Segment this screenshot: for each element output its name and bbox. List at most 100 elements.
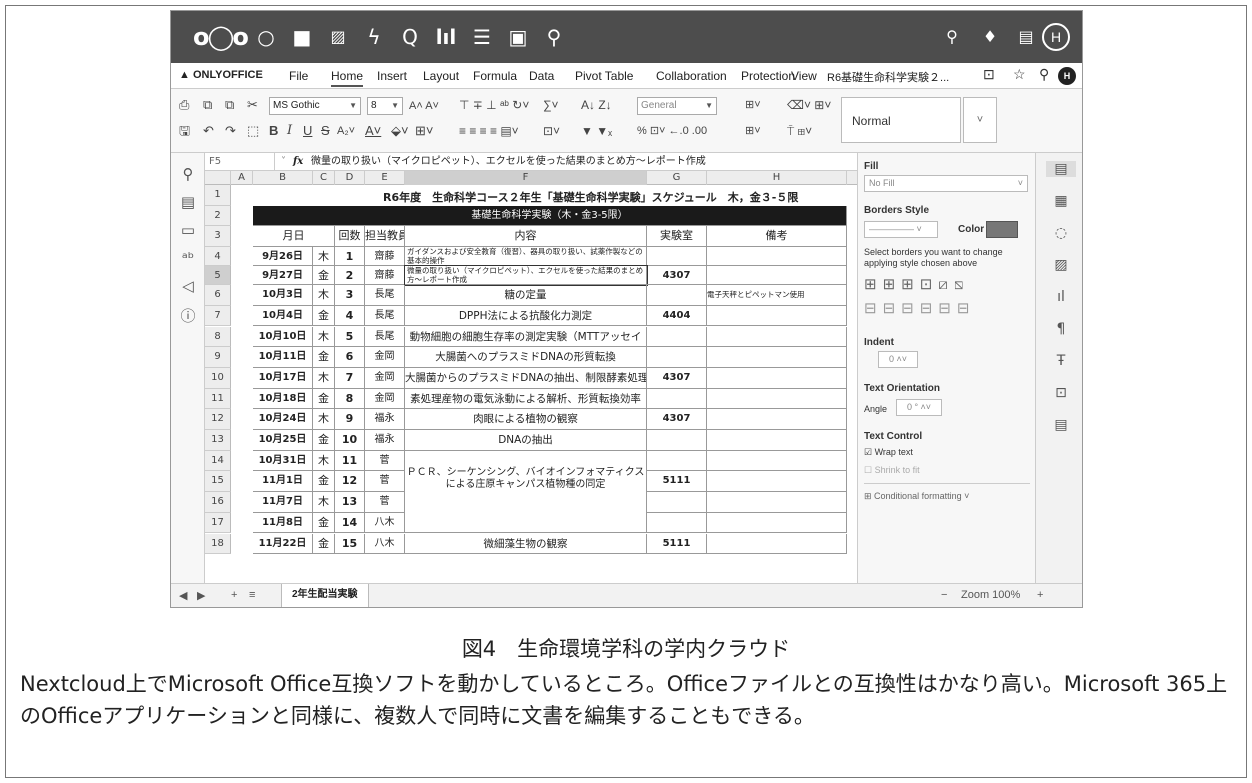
avatar[interactable]: H bbox=[1042, 23, 1070, 51]
row-header[interactable]: 1 bbox=[205, 185, 231, 206]
select-all-corner[interactable] bbox=[205, 171, 231, 185]
header-room[interactable]: 実験室 bbox=[647, 226, 707, 248]
row-header[interactable]: 15 bbox=[205, 471, 231, 493]
note-cell[interactable] bbox=[707, 409, 847, 430]
table-settings-icon[interactable]: ▦ bbox=[1051, 193, 1071, 209]
date-cell[interactable]: 11月22日 bbox=[253, 533, 313, 555]
weekday-cell[interactable]: 金 bbox=[313, 533, 335, 555]
count-cell[interactable]: 8 bbox=[335, 388, 365, 410]
menu-search-icon[interactable]: ⚲ bbox=[1039, 66, 1049, 83]
shape-settings-icon[interactable]: ◌ bbox=[1051, 225, 1071, 241]
teacher-cell[interactable]: 菅 bbox=[365, 492, 405, 513]
italic-button[interactable]: I bbox=[287, 123, 292, 139]
column-header-h[interactable]: H bbox=[707, 171, 847, 185]
weekday-cell[interactable]: 木 bbox=[313, 326, 335, 348]
note-cell[interactable] bbox=[707, 266, 847, 286]
room-cell[interactable] bbox=[647, 388, 707, 410]
find-icon[interactable]: ⚲ bbox=[179, 165, 197, 183]
underline-button[interactable]: U bbox=[303, 123, 312, 139]
content-cell[interactable]: 糖の定量 bbox=[405, 285, 647, 306]
row-header[interactable]: 7 bbox=[205, 305, 231, 327]
note-cell[interactable] bbox=[707, 347, 847, 368]
header-teacher[interactable]: 担当教員 bbox=[365, 226, 405, 248]
cell-style-box[interactable]: Normal bbox=[841, 97, 961, 143]
date-cell[interactable]: 11月1日 bbox=[253, 471, 313, 493]
date-cell[interactable]: 10月3日 bbox=[253, 285, 313, 306]
weekday-cell[interactable]: 金 bbox=[313, 347, 335, 368]
function-icon[interactable]: fx bbox=[293, 153, 303, 170]
zoom-in-icon[interactable]: + bbox=[1037, 589, 1043, 601]
sheet-title[interactable]: R6年度 生命科学コース２年生「基礎生命科学実験」スケジュール 木，金３-５限 bbox=[383, 189, 798, 205]
content-cell[interactable]: 大腸菌からのプラスミドDNAの抽出、制限酵素処理 bbox=[405, 367, 647, 389]
column-header-c[interactable]: C bbox=[313, 171, 335, 185]
chart-settings-icon[interactable]: ıl bbox=[1051, 289, 1071, 305]
image-settings-icon[interactable]: ▨ bbox=[1051, 257, 1071, 273]
wrap-text-checkbox[interactable]: ☑ Wrap text bbox=[864, 447, 913, 458]
dashboard-icon[interactable]: ○ bbox=[253, 24, 279, 50]
format-table-icon[interactable]: ⍑ ⊞˅ bbox=[787, 123, 812, 139]
date-cell[interactable]: 10月31日 bbox=[253, 450, 313, 472]
signature-icon[interactable]: ▤ bbox=[1051, 417, 1071, 433]
note-cell[interactable] bbox=[707, 492, 847, 513]
increase-font-icon[interactable]: A˄ A˅ bbox=[409, 98, 439, 114]
column-header-d[interactable]: D bbox=[335, 171, 365, 185]
row-header[interactable]: 13 bbox=[205, 430, 231, 451]
audio-icon[interactable]: ◁ bbox=[179, 277, 197, 295]
column-header-b[interactable]: B bbox=[253, 171, 313, 185]
weekday-cell[interactable]: 金 bbox=[313, 388, 335, 410]
indent-input[interactable]: 0 ˄˅ bbox=[878, 351, 918, 368]
sheet-list-icon[interactable]: ≡ bbox=[249, 589, 255, 601]
note-cell[interactable] bbox=[707, 471, 847, 493]
teacher-cell[interactable]: 菅 bbox=[365, 450, 405, 472]
room-cell[interactable] bbox=[647, 430, 707, 451]
room-cell[interactable]: 5111 bbox=[647, 471, 707, 493]
content-cell[interactable]: 肉眼による植物の観察 bbox=[405, 409, 647, 430]
borders-icon[interactable]: ⊞˅ bbox=[415, 123, 433, 139]
paste-icon[interactable]: ⧉ bbox=[225, 97, 234, 113]
count-cell[interactable]: 4 bbox=[335, 305, 365, 327]
row-header[interactable]: 2 bbox=[205, 205, 231, 227]
teacher-cell[interactable]: 金岡 bbox=[365, 388, 405, 410]
open-location-icon[interactable]: ⊡ bbox=[983, 66, 995, 83]
weekday-cell[interactable]: 木 bbox=[313, 409, 335, 430]
teacher-cell[interactable]: 金岡 bbox=[365, 367, 405, 389]
note-cell[interactable] bbox=[707, 450, 847, 472]
count-cell[interactable]: 7 bbox=[335, 367, 365, 389]
content-cell[interactable]: 動物細胞の細胞生存率の測定実験（MTTアッセイ bbox=[405, 326, 647, 348]
shrink-to-fit-checkbox[interactable]: ☐ Shrink to fit bbox=[864, 465, 920, 476]
weekday-cell[interactable]: 木 bbox=[313, 450, 335, 472]
weekday-cell[interactable]: 木 bbox=[313, 492, 335, 513]
contacts-icon[interactable]: ▤ bbox=[1013, 24, 1039, 50]
teacher-cell[interactable]: 長尾 bbox=[365, 305, 405, 327]
content-cell[interactable]: 微細藻生物の観察 bbox=[405, 533, 647, 555]
named-range-icon[interactable]: ⊡˅ bbox=[543, 123, 560, 139]
content-cell[interactable]: 素処理産物の電気泳動による解析、形質転換効率 bbox=[405, 388, 647, 410]
date-cell[interactable]: 9月27日 bbox=[253, 266, 313, 286]
paragraph-icon[interactable]: ¶ bbox=[1051, 321, 1071, 337]
count-cell[interactable]: 3 bbox=[335, 285, 365, 306]
search-app-icon[interactable]: Q bbox=[397, 24, 423, 50]
row-header[interactable]: 10 bbox=[205, 367, 231, 389]
room-cell[interactable] bbox=[647, 492, 707, 513]
menu-formula[interactable]: Formula bbox=[473, 69, 517, 83]
note-cell[interactable]: 電子天秤とピペットマン使用 bbox=[707, 285, 847, 306]
note-cell[interactable] bbox=[707, 367, 847, 389]
comments-icon[interactable]: ▤ bbox=[179, 193, 197, 211]
column-header-f[interactable]: F bbox=[405, 171, 647, 185]
column-header-g[interactable]: G bbox=[647, 171, 707, 185]
row-header[interactable]: 4 bbox=[205, 247, 231, 267]
teacher-cell[interactable]: 齋藤 bbox=[365, 266, 405, 286]
content-cell[interactable]: 大腸菌へのプラスミドDNAの形質転換 bbox=[405, 347, 647, 368]
column-header-a[interactable]: A bbox=[231, 171, 253, 185]
date-cell[interactable]: 11月7日 bbox=[253, 492, 313, 513]
room-cell[interactable]: 4307 bbox=[647, 409, 707, 430]
row-header[interactable]: 5 bbox=[205, 266, 231, 286]
content-cell[interactable]: DPPH法による抗酸化力測定 bbox=[405, 305, 647, 327]
header-count[interactable]: 回数 bbox=[335, 226, 365, 248]
search-icon[interactable]: ⚲ bbox=[939, 24, 965, 50]
count-cell[interactable]: 15 bbox=[335, 533, 365, 555]
percent-icon[interactable]: % ⊡˅ ←.0 .00 bbox=[637, 123, 707, 139]
note-cell[interactable] bbox=[707, 388, 847, 410]
angle-input[interactable]: 0 ° ˄˅ bbox=[896, 399, 942, 416]
teacher-cell[interactable]: 金岡 bbox=[365, 347, 405, 368]
